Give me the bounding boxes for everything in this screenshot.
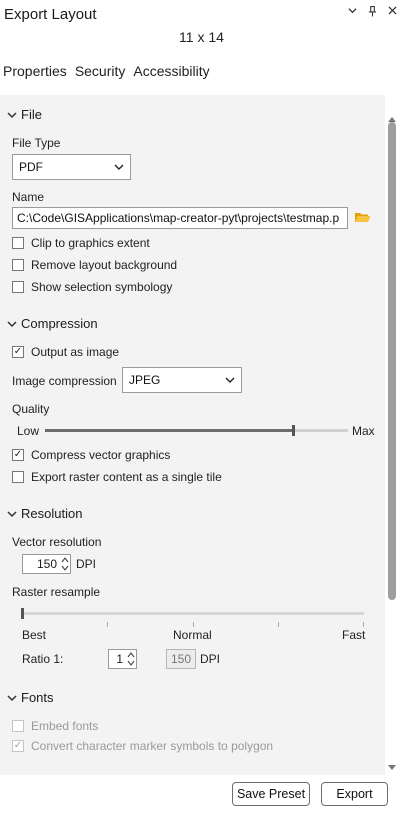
- folder-icon[interactable]: [354, 210, 371, 227]
- checkbox-label: Remove layout background: [31, 258, 178, 272]
- checkmark-icon: ✓: [12, 740, 24, 752]
- export-button[interactable]: Export: [321, 782, 388, 806]
- raster-resample-label: Raster resample: [12, 585, 101, 599]
- chevron-down-icon: [7, 693, 17, 703]
- section-title: Fonts: [21, 690, 54, 705]
- tab-bar: Properties Security Accessibility: [3, 63, 210, 79]
- tab-security[interactable]: Security: [75, 63, 126, 79]
- chevron-down-icon: [114, 160, 124, 174]
- resample-slider-thumb[interactable]: [21, 608, 24, 619]
- checkbox-label: Convert character marker symbols to poly…: [31, 739, 274, 753]
- checkbox[interactable]: [12, 237, 24, 249]
- scroll-down-icon[interactable]: [388, 760, 396, 774]
- checkbox-label: Embed fonts: [31, 719, 99, 733]
- slider-tick: [193, 622, 194, 627]
- slider-tick: [107, 622, 108, 627]
- show-selection-row[interactable]: Show selection symbology: [12, 280, 172, 294]
- checkbox: [12, 720, 24, 732]
- checkbox[interactable]: [12, 471, 24, 483]
- clip-graphics-row[interactable]: Clip to graphics extent: [12, 236, 150, 250]
- remove-background-row[interactable]: Remove layout background: [12, 258, 177, 272]
- checkbox-label: Show selection symbology: [31, 280, 173, 294]
- tab-properties[interactable]: Properties: [3, 63, 67, 79]
- name-label: Name: [12, 190, 45, 204]
- image-compression-label: Image compression: [12, 374, 117, 388]
- ratio-spinner[interactable]: 1: [108, 649, 137, 669]
- file-type-label: File Type: [12, 136, 61, 150]
- chevron-down-icon[interactable]: [347, 6, 357, 20]
- resample-slider-track[interactable]: [22, 612, 364, 615]
- checkbox[interactable]: [12, 281, 24, 293]
- spinner-value: 1: [116, 652, 123, 666]
- embed-fonts-row: Embed fonts: [12, 719, 98, 733]
- chevron-down-icon: [7, 110, 17, 120]
- export-raster-tile-row[interactable]: Export raster content as a single tile: [12, 470, 222, 484]
- quality-label: Quality: [12, 402, 50, 416]
- section-title: Resolution: [21, 506, 83, 521]
- section-file-header[interactable]: File: [7, 107, 42, 122]
- quality-slider-fill: [45, 429, 293, 432]
- checkbox-label: Compress vector graphics: [31, 448, 171, 462]
- resample-best-label: Best: [22, 628, 47, 642]
- vector-resolution-spinner[interactable]: 150: [22, 554, 71, 574]
- section-title: Compression: [21, 316, 98, 331]
- raster-dpi-unit: DPI: [200, 652, 221, 666]
- checkbox-label: Clip to graphics extent: [31, 236, 150, 250]
- section-compression-header[interactable]: Compression: [7, 316, 98, 331]
- compress-vector-row[interactable]: ✓ Compress vector graphics: [12, 448, 170, 462]
- chevron-down-icon: [225, 373, 235, 387]
- vector-dpi-unit: DPI: [76, 557, 97, 571]
- vector-resolution-label: Vector resolution: [12, 535, 102, 549]
- quality-max-label: Max: [352, 424, 375, 438]
- pane-title: Export Layout: [4, 6, 97, 23]
- properties-panel: [0, 95, 385, 775]
- chevron-down-icon: [7, 319, 17, 329]
- file-type-dropdown[interactable]: PDF: [12, 154, 131, 180]
- section-resolution-header[interactable]: Resolution: [7, 506, 82, 521]
- spinner-value: 150: [36, 557, 57, 571]
- image-compression-value: JPEG: [129, 373, 161, 387]
- tab-accessibility[interactable]: Accessibility: [133, 63, 209, 79]
- checkbox-label: Export raster content as a single tile: [31, 470, 222, 484]
- file-type-value: PDF: [19, 160, 43, 174]
- checkbox-label: Output as image: [31, 345, 120, 359]
- close-icon[interactable]: [387, 6, 397, 20]
- scrollbar-thumb[interactable]: [388, 122, 396, 600]
- quality-slider-thumb[interactable]: [292, 425, 295, 436]
- window-controls: [347, 6, 397, 20]
- checkmark-icon[interactable]: ✓: [12, 449, 24, 461]
- chevron-down-icon: [7, 509, 17, 519]
- spinner-arrows[interactable]: [126, 650, 136, 668]
- ratio-label: Ratio 1:: [22, 652, 64, 666]
- image-compression-dropdown[interactable]: JPEG: [122, 367, 242, 393]
- pin-icon[interactable]: [367, 6, 377, 20]
- resample-fast-label: Fast: [342, 628, 366, 642]
- resample-normal-label: Normal: [173, 628, 212, 642]
- layout-size-label: 11 x 14: [179, 29, 224, 45]
- slider-tick: [363, 622, 364, 627]
- checkbox[interactable]: [12, 259, 24, 271]
- convert-markers-row: ✓ Convert character marker symbols to po…: [12, 739, 273, 753]
- quality-low-label: Low: [17, 424, 40, 438]
- spinner-arrows[interactable]: [60, 555, 70, 573]
- section-title: File: [21, 107, 42, 122]
- file-name-field[interactable]: C:\Code\GISApplications\map-creator-pyt\…: [12, 207, 348, 229]
- section-fonts-header[interactable]: Fonts: [7, 690, 54, 705]
- output-as-image-row[interactable]: ✓ Output as image: [12, 345, 119, 359]
- raster-dpi-field: 150: [166, 649, 196, 669]
- slider-tick: [278, 622, 279, 627]
- save-preset-button[interactable]: Save Preset: [232, 782, 310, 806]
- checkmark-icon[interactable]: ✓: [12, 346, 24, 358]
